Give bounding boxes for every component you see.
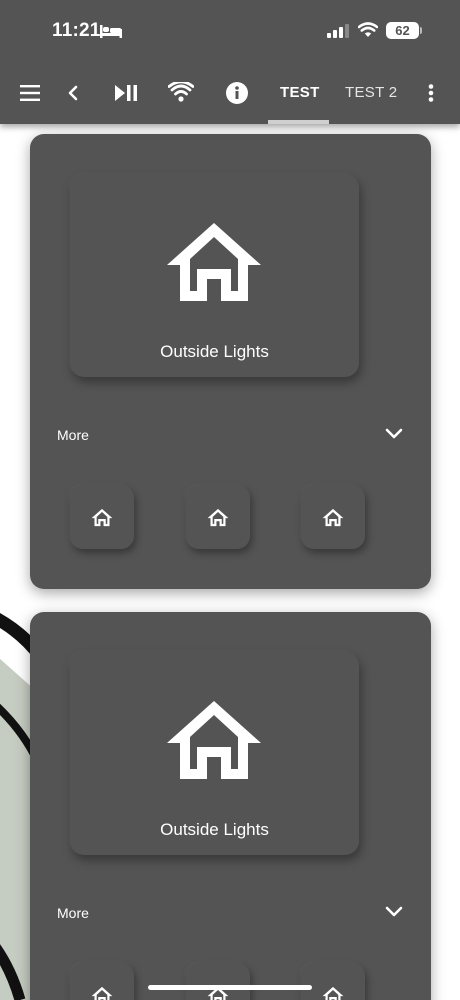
- home-icon: [167, 701, 261, 779]
- home-button[interactable]: [186, 963, 250, 1000]
- active-tab-indicator: [268, 120, 329, 124]
- home-button[interactable]: [70, 485, 134, 549]
- menu-icon[interactable]: [20, 85, 40, 101]
- back-icon[interactable]: [67, 85, 79, 101]
- light-card: Outside Lights More: [30, 134, 431, 589]
- tile-label: Outside Lights: [160, 820, 269, 839]
- battery-icon: 62: [386, 22, 419, 39]
- home-button[interactable]: [301, 963, 365, 1000]
- chevron-down-icon[interactable]: [385, 906, 403, 918]
- home-button[interactable]: [301, 485, 365, 549]
- home-icon: [91, 986, 113, 1000]
- more-label[interactable]: More: [57, 427, 89, 443]
- wifi-icon: [358, 22, 378, 37]
- tab-test[interactable]: TEST: [280, 84, 320, 101]
- home-button[interactable]: [186, 485, 250, 549]
- tile-label: Outside Lights: [160, 342, 269, 361]
- app-header: 11:21 62 TEST TEST 2: [0, 0, 460, 124]
- battery-tip: [420, 27, 422, 34]
- more-vertical-icon[interactable]: [428, 84, 434, 102]
- wifi-toolbar-icon[interactable]: [168, 82, 194, 102]
- outside-lights-tile[interactable]: Outside Lights: [70, 652, 359, 855]
- more-label[interactable]: More: [57, 905, 89, 921]
- home-indicator[interactable]: [148, 985, 312, 990]
- home-icon: [322, 986, 344, 1000]
- play-pause-icon[interactable]: [115, 84, 138, 102]
- signal-bars-icon: [327, 24, 349, 38]
- home-icon: [91, 508, 113, 527]
- outside-lights-tile[interactable]: Outside Lights: [70, 174, 359, 377]
- home-icon: [322, 508, 344, 527]
- home-icon: [207, 508, 229, 527]
- tab-test-2[interactable]: TEST 2: [345, 84, 397, 101]
- light-card: Outside Lights More: [30, 612, 431, 1000]
- info-icon[interactable]: [226, 82, 248, 104]
- status-time: 11:21: [52, 20, 101, 41]
- home-button[interactable]: [70, 963, 134, 1000]
- home-icon: [167, 223, 261, 301]
- chevron-down-icon[interactable]: [385, 428, 403, 440]
- bed-icon: [100, 25, 122, 38]
- battery-level: 62: [395, 23, 410, 38]
